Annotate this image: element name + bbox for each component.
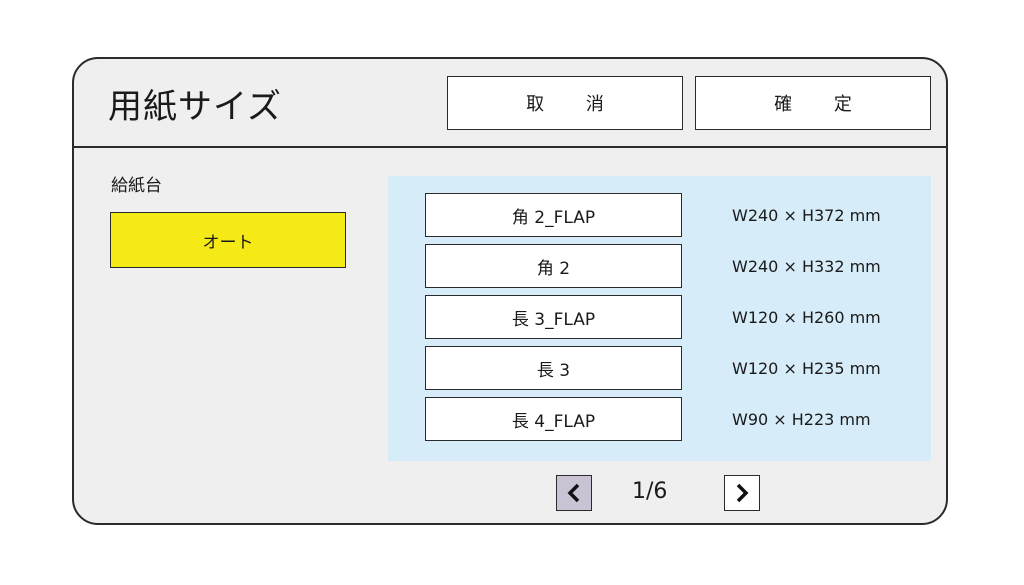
prev-page-button[interactable] bbox=[556, 475, 592, 511]
size-button[interactable]: 角 2 bbox=[425, 244, 682, 288]
paper-size-list: 角 2_FLAP W240 × H372 mm 角 2 W240 × H332 … bbox=[388, 176, 931, 461]
confirm-button[interactable]: 確 定 bbox=[695, 76, 931, 130]
page-title: 用紙サイズ bbox=[108, 87, 282, 127]
size-dimensions: W120 × H260 mm bbox=[732, 307, 881, 327]
tray-label: 給紙台 bbox=[111, 176, 162, 196]
size-dimensions: W240 × H332 mm bbox=[732, 256, 881, 276]
size-button[interactable]: 長 4_FLAP bbox=[425, 397, 682, 441]
dialog-header: 用紙サイズ 取 消 確 定 bbox=[74, 59, 946, 148]
chevron-right-icon bbox=[736, 483, 749, 503]
size-button[interactable]: 長 3 bbox=[425, 346, 682, 390]
list-item: 長 3_FLAP W120 × H260 mm bbox=[425, 295, 935, 339]
list-item: 角 2 W240 × H332 mm bbox=[425, 244, 935, 288]
size-dimensions: W120 × H235 mm bbox=[732, 358, 881, 378]
cancel-button[interactable]: 取 消 bbox=[447, 76, 683, 130]
list-item: 長 3 W120 × H235 mm bbox=[425, 346, 935, 390]
size-dimensions: W90 × H223 mm bbox=[732, 409, 871, 429]
size-dimensions: W240 × H372 mm bbox=[732, 205, 881, 225]
next-page-button[interactable] bbox=[724, 475, 760, 511]
size-button[interactable]: 長 3_FLAP bbox=[425, 295, 682, 339]
list-item: 長 4_FLAP W90 × H223 mm bbox=[425, 397, 935, 441]
size-button[interactable]: 角 2_FLAP bbox=[425, 193, 682, 237]
list-item: 角 2_FLAP W240 × H372 mm bbox=[425, 193, 935, 237]
pagination: 1/6 bbox=[74, 471, 946, 511]
page-indicator: 1/6 bbox=[632, 479, 668, 504]
tray-auto-button[interactable]: オート bbox=[110, 212, 346, 268]
chevron-left-icon bbox=[567, 483, 580, 503]
paper-size-dialog: 用紙サイズ 取 消 確 定 給紙台 オート 角 2_FLAP W240 × H3… bbox=[72, 57, 948, 525]
